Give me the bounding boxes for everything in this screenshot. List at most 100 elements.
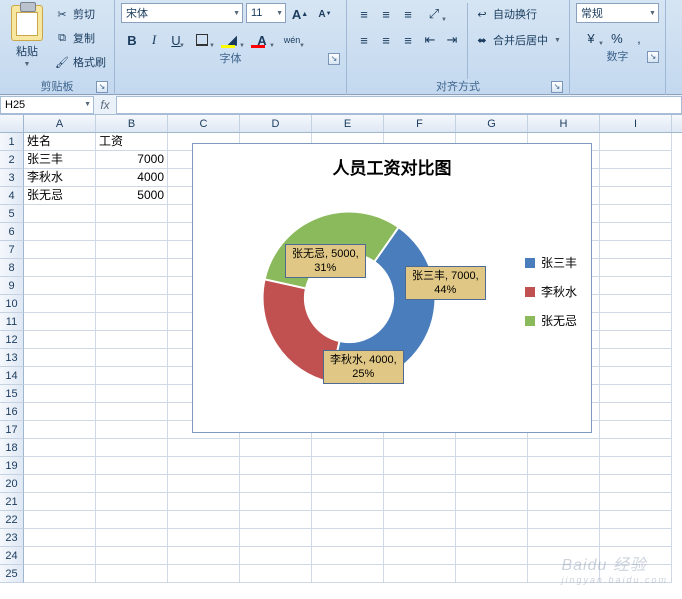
row-header-10[interactable]: 10 — [0, 295, 24, 313]
row-header-17[interactable]: 17 — [0, 421, 24, 439]
font-size-combo[interactable]: 11 ▼ — [246, 3, 286, 23]
column-header-C[interactable]: C — [168, 115, 240, 132]
cell-A14[interactable] — [24, 367, 96, 385]
fill-color-button[interactable]: ◢ ▼ — [217, 29, 247, 51]
select-all-corner[interactable] — [0, 115, 24, 132]
cell-H22[interactable] — [528, 511, 600, 529]
increase-indent-button[interactable]: ⇥ — [441, 29, 463, 51]
cell-B17[interactable] — [96, 421, 168, 439]
column-header-D[interactable]: D — [240, 115, 312, 132]
cell-C20[interactable] — [168, 475, 240, 493]
cell-G25[interactable] — [456, 565, 528, 583]
cell-A10[interactable] — [24, 295, 96, 313]
formula-input[interactable] — [116, 96, 682, 114]
row-header-16[interactable]: 16 — [0, 403, 24, 421]
wrap-text-button[interactable]: ↩ 自动换行 — [472, 3, 563, 25]
row-header-23[interactable]: 23 — [0, 529, 24, 547]
cell-B3[interactable]: 4000 — [96, 169, 168, 187]
cell-I21[interactable] — [600, 493, 672, 511]
clipboard-dialog-launcher[interactable]: ↘ — [96, 81, 108, 93]
cell-G18[interactable] — [456, 439, 528, 457]
cell-A21[interactable] — [24, 493, 96, 511]
cell-A5[interactable] — [24, 205, 96, 223]
row-header-21[interactable]: 21 — [0, 493, 24, 511]
cell-G23[interactable] — [456, 529, 528, 547]
borders-button[interactable]: ▼ — [187, 29, 217, 51]
cell-I20[interactable] — [600, 475, 672, 493]
cell-I12[interactable] — [600, 331, 672, 349]
row-header-22[interactable]: 22 — [0, 511, 24, 529]
cell-B5[interactable] — [96, 205, 168, 223]
cell-B23[interactable] — [96, 529, 168, 547]
cell-E22[interactable] — [312, 511, 384, 529]
cell-D24[interactable] — [240, 547, 312, 565]
cell-G22[interactable] — [456, 511, 528, 529]
cell-F25[interactable] — [384, 565, 456, 583]
cell-B2[interactable]: 7000 — [96, 151, 168, 169]
cell-F21[interactable] — [384, 493, 456, 511]
shrink-font-button[interactable]: A▼ — [314, 3, 336, 25]
cell-A24[interactable] — [24, 547, 96, 565]
decrease-indent-button[interactable]: ⇤ — [419, 29, 441, 51]
cell-A1[interactable]: 姓名 — [24, 133, 96, 151]
copy-button[interactable]: ⧉ 复制 — [52, 27, 108, 49]
cell-F20[interactable] — [384, 475, 456, 493]
cell-I3[interactable] — [600, 169, 672, 187]
cell-E19[interactable] — [312, 457, 384, 475]
cell-I15[interactable] — [600, 385, 672, 403]
cell-A20[interactable] — [24, 475, 96, 493]
cell-G24[interactable] — [456, 547, 528, 565]
bold-button[interactable]: B — [121, 29, 143, 51]
cell-I23[interactable] — [600, 529, 672, 547]
align-bottom-button[interactable]: ≡ — [397, 3, 419, 25]
cell-B10[interactable] — [96, 295, 168, 313]
row-header-7[interactable]: 7 — [0, 241, 24, 259]
cell-E24[interactable] — [312, 547, 384, 565]
cell-B1[interactable]: 工资 — [96, 133, 168, 151]
cell-A18[interactable] — [24, 439, 96, 457]
cell-B7[interactable] — [96, 241, 168, 259]
column-header-G[interactable]: G — [456, 115, 528, 132]
cell-D18[interactable] — [240, 439, 312, 457]
grow-font-button[interactable]: A▲ — [289, 3, 311, 25]
align-right-button[interactable]: ≡ — [397, 29, 419, 51]
underline-button[interactable]: U▼ — [165, 29, 187, 51]
cell-F18[interactable] — [384, 439, 456, 457]
cell-E25[interactable] — [312, 565, 384, 583]
cell-H19[interactable] — [528, 457, 600, 475]
cell-I16[interactable] — [600, 403, 672, 421]
cell-A8[interactable] — [24, 259, 96, 277]
row-header-24[interactable]: 24 — [0, 547, 24, 565]
cell-I4[interactable] — [600, 187, 672, 205]
cell-I6[interactable] — [600, 223, 672, 241]
cell-I2[interactable] — [600, 151, 672, 169]
merge-center-button[interactable]: ⬌ 合并后居中 ▼ — [472, 29, 563, 51]
cell-C19[interactable] — [168, 457, 240, 475]
row-header-13[interactable]: 13 — [0, 349, 24, 367]
cell-I14[interactable] — [600, 367, 672, 385]
row-header-4[interactable]: 4 — [0, 187, 24, 205]
cell-I1[interactable] — [600, 133, 672, 151]
cell-A6[interactable] — [24, 223, 96, 241]
column-header-F[interactable]: F — [384, 115, 456, 132]
row-header-15[interactable]: 15 — [0, 385, 24, 403]
cell-F19[interactable] — [384, 457, 456, 475]
cell-B25[interactable] — [96, 565, 168, 583]
font-color-button[interactable]: A ▼ — [247, 29, 277, 51]
cut-button[interactable]: ✂ 剪切 — [52, 3, 108, 25]
row-header-12[interactable]: 12 — [0, 331, 24, 349]
cell-B12[interactable] — [96, 331, 168, 349]
cell-B4[interactable]: 5000 — [96, 187, 168, 205]
cell-A23[interactable] — [24, 529, 96, 547]
cell-B14[interactable] — [96, 367, 168, 385]
cell-A17[interactable] — [24, 421, 96, 439]
column-header-E[interactable]: E — [312, 115, 384, 132]
paste-button[interactable]: 粘贴 ▼ — [6, 3, 48, 79]
cell-B18[interactable] — [96, 439, 168, 457]
cell-B22[interactable] — [96, 511, 168, 529]
number-dialog-launcher[interactable]: ↘ — [647, 51, 659, 63]
cell-A4[interactable]: 张无忌 — [24, 187, 96, 205]
row-header-19[interactable]: 19 — [0, 457, 24, 475]
cell-D23[interactable] — [240, 529, 312, 547]
cell-F24[interactable] — [384, 547, 456, 565]
